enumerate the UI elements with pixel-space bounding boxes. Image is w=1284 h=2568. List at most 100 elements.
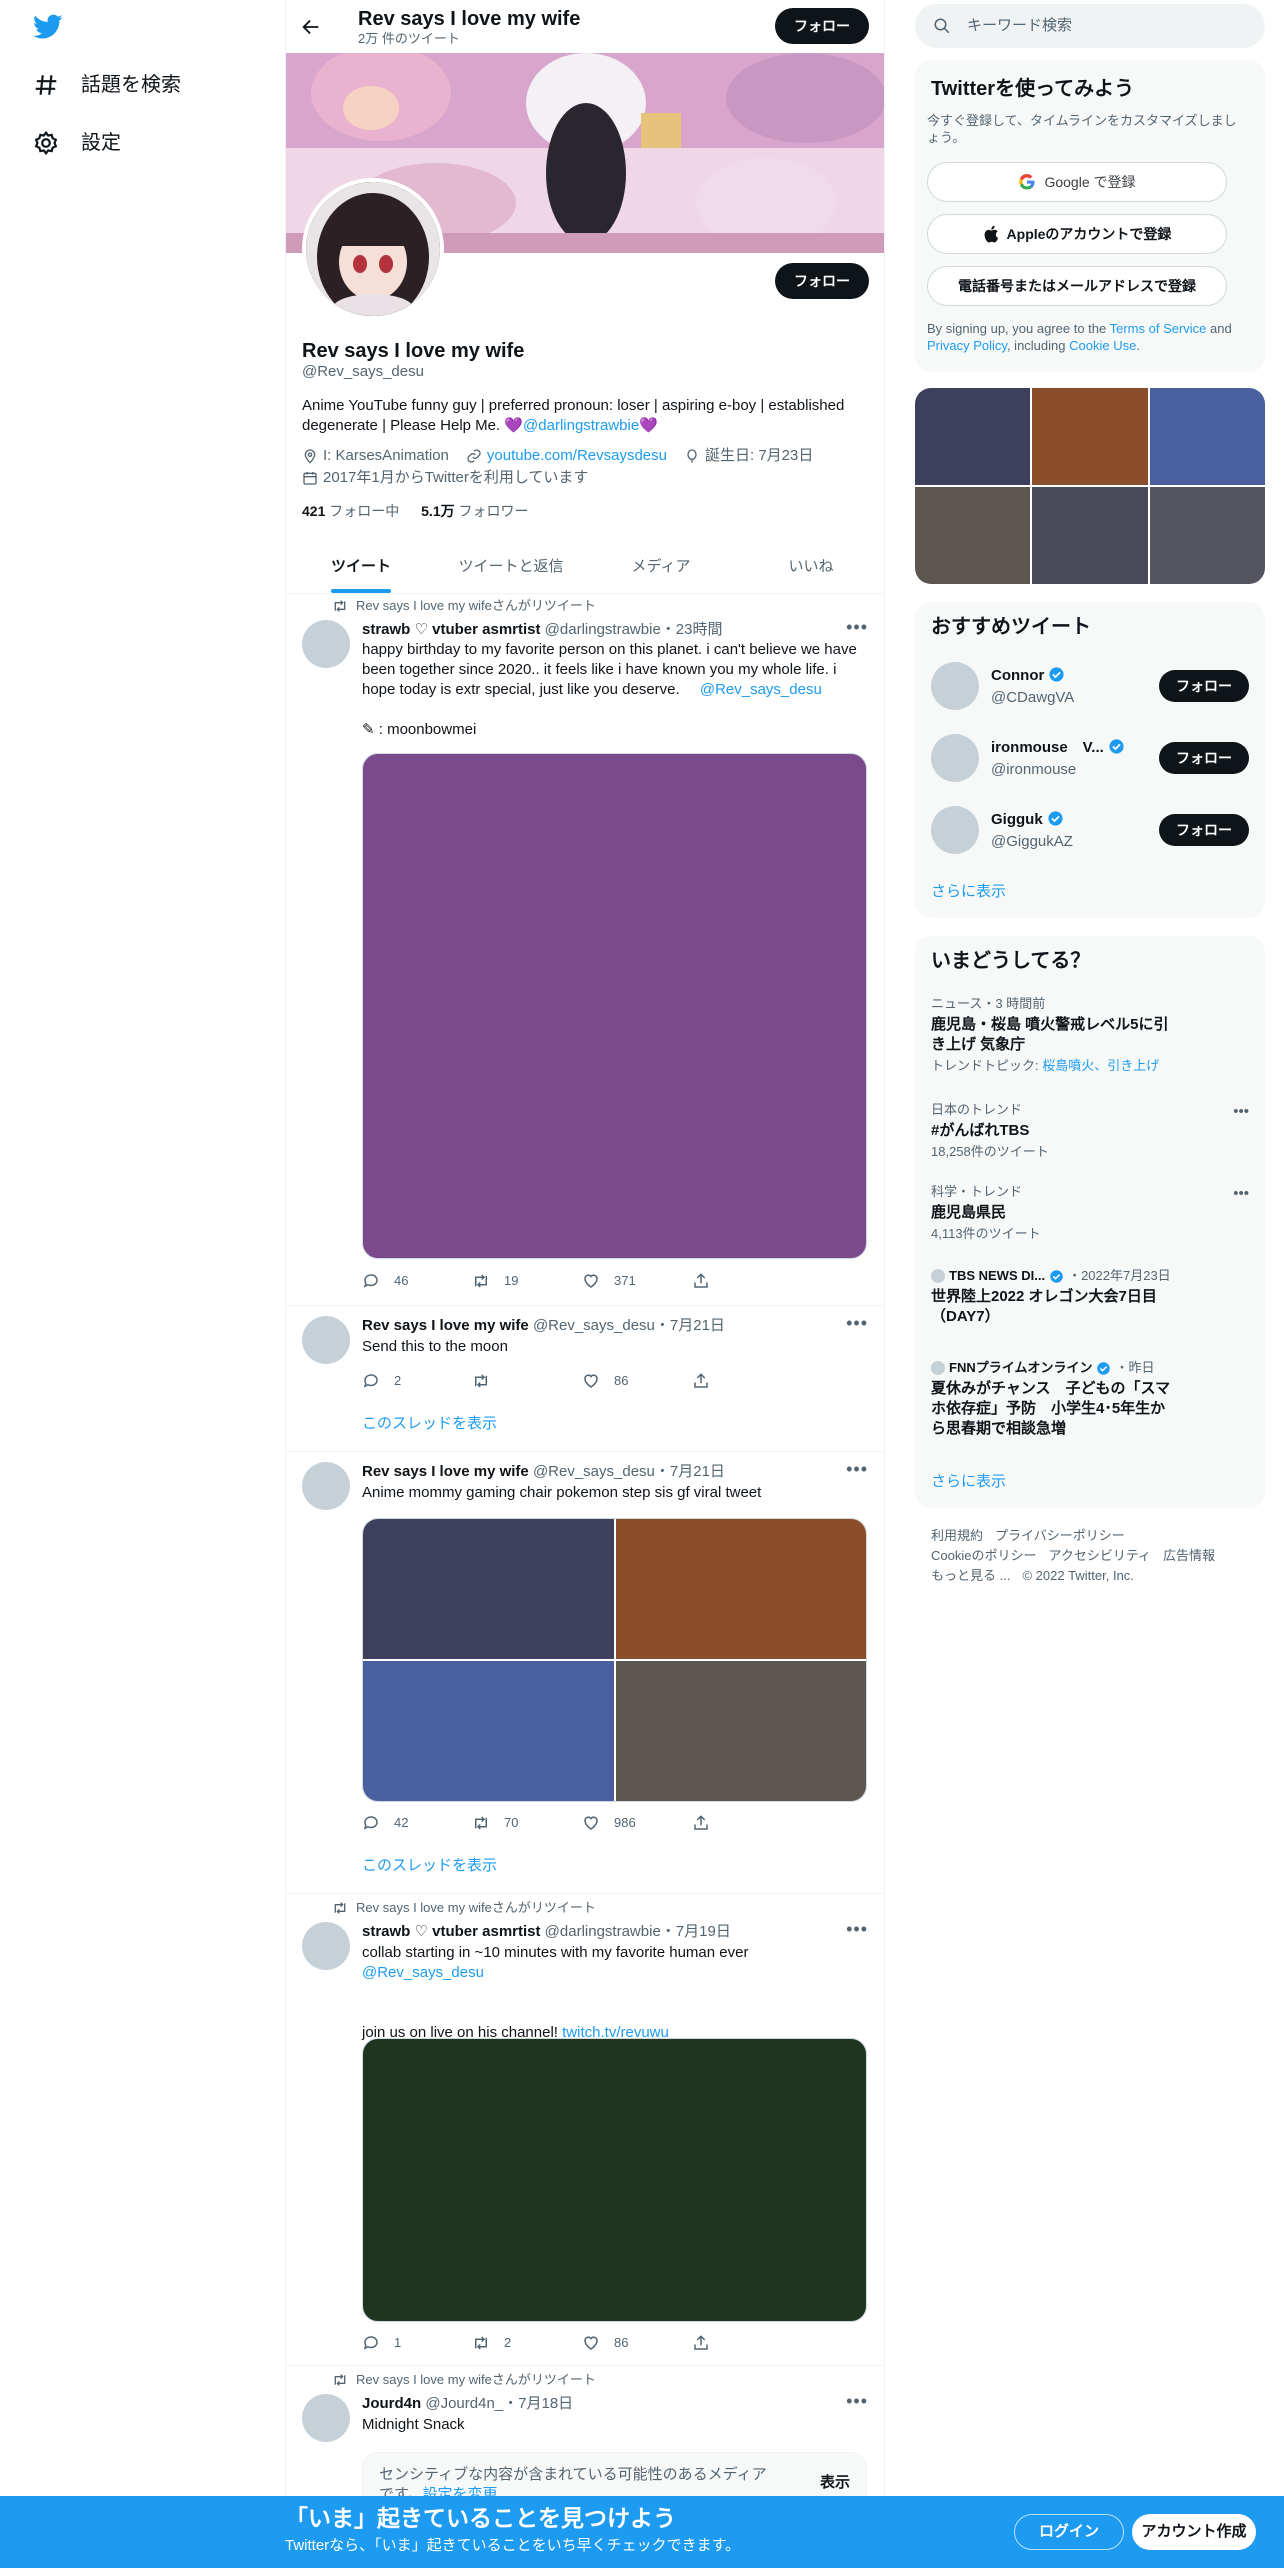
- news-item[interactable]: TBS NEWS DI... ・2022年7月23日 世界陸上2022 オレゴン…: [931, 1268, 1249, 1327]
- media-thumbnail[interactable]: [915, 487, 1031, 584]
- show-thread-link[interactable]: このスレッドを表示: [362, 1414, 497, 1434]
- tweet-avatar[interactable]: [302, 2394, 350, 2442]
- trend-topics-link[interactable]: 桜島噴火、引き上げ: [1042, 1058, 1159, 1073]
- tweet-item[interactable]: Rev says I love my wife @Rev_says_desu・7…: [286, 1306, 884, 1452]
- footer-link[interactable]: 利用規約: [931, 1528, 983, 1543]
- news-item[interactable]: FNNプライムオンライン ・昨日 夏休みがチャンス 子どもの「スマホ依存症」予防…: [931, 1360, 1249, 1439]
- phone-email-signup-button[interactable]: 電話番号またはメールアドレスで登録: [927, 266, 1227, 306]
- tweet-author-name[interactable]: strawb ♡ vtuber asmrtist: [362, 621, 541, 638]
- nav-settings[interactable]: 設定: [33, 130, 121, 156]
- tab-media[interactable]: メディア: [586, 540, 736, 593]
- google-signup-button[interactable]: Google で登録: [927, 162, 1227, 202]
- trend-item[interactable]: ニュース・3 時間前 鹿児島・桜島 噴火警戒レベル5に引き上げ 気象庁 トレンド…: [931, 996, 1249, 1075]
- tweet-author-handle[interactable]: @Rev_says_desu: [533, 1317, 655, 1334]
- tweet-mention-link[interactable]: @Rev_says_desu: [700, 681, 822, 698]
- user-avatar[interactable]: [931, 734, 979, 782]
- more-options-icon[interactable]: •••: [846, 2390, 868, 2413]
- like-button[interactable]: 986: [582, 1814, 692, 1832]
- tweet-media-image[interactable]: [615, 1661, 866, 1801]
- profile-avatar[interactable]: [302, 178, 444, 320]
- search-input[interactable]: キーワード検索: [915, 4, 1265, 48]
- header-follow-button[interactable]: フォロー: [775, 8, 869, 44]
- follow-button[interactable]: フォロー: [1159, 814, 1249, 846]
- tweet-author-handle[interactable]: @darlingstrawbie: [545, 621, 661, 638]
- trend-item[interactable]: 日本のトレンド #がんばれTBS 18,258件のツイート •••: [931, 1102, 1249, 1161]
- terms-link[interactable]: Terms of Service: [1110, 321, 1207, 336]
- tweet-author-name[interactable]: strawb ♡ vtuber asmrtist: [362, 1923, 541, 1940]
- more-options-icon[interactable]: •••: [846, 1458, 868, 1481]
- tweet-mention-link[interactable]: @Rev_says_desu: [362, 1964, 484, 1981]
- back-arrow-icon[interactable]: [300, 16, 322, 38]
- tweet-item[interactable]: Rev says I love my wifeさんがリツイート strawb ♡…: [286, 1894, 884, 2366]
- tab-likes[interactable]: いいね: [736, 540, 884, 593]
- tweet-author-name[interactable]: Rev says I love my wife: [362, 1317, 529, 1334]
- tab-tweets[interactable]: ツイート: [286, 540, 436, 593]
- nav-explore[interactable]: 話題を検索: [33, 72, 181, 98]
- footer-link[interactable]: Cookieのポリシー: [931, 1548, 1036, 1563]
- like-button[interactable]: 86: [582, 2334, 692, 2352]
- tweet-media-image[interactable]: [362, 2038, 867, 2322]
- tweet-time[interactable]: ・7月21日: [655, 1317, 725, 1334]
- twitter-logo-icon[interactable]: [33, 14, 63, 40]
- follow-button[interactable]: フォロー: [1159, 742, 1249, 774]
- reply-button[interactable]: 42: [362, 1814, 472, 1832]
- following-link[interactable]: 421 フォロー中: [302, 503, 399, 519]
- signup-button[interactable]: アカウント作成: [1132, 2514, 1256, 2550]
- privacy-link[interactable]: Privacy Policy: [927, 338, 1007, 353]
- show-more-link[interactable]: さらに表示: [931, 1472, 1006, 1492]
- followers-link[interactable]: 5.1万 フォロワー: [421, 503, 528, 519]
- media-thumbnail[interactable]: [915, 388, 1031, 485]
- media-thumbnail[interactable]: [1032, 487, 1148, 584]
- retweet-button[interactable]: 19: [472, 1272, 582, 1290]
- tweet-item[interactable]: Rev says I love my wife @Rev_says_desu・7…: [286, 1452, 884, 1894]
- tweet-media-image[interactable]: [363, 1661, 614, 1801]
- apple-signup-button[interactable]: Appleのアカウントで登録: [927, 214, 1227, 254]
- show-thread-link[interactable]: このスレッドを表示: [362, 1856, 497, 1876]
- tweet-author-handle[interactable]: @Jourd4n_: [425, 2395, 503, 2412]
- profile-follow-button[interactable]: フォロー: [775, 263, 869, 299]
- tweet-avatar[interactable]: [302, 1922, 350, 1970]
- tab-tweets-and-replies[interactable]: ツイートと返信: [436, 540, 586, 593]
- user-avatar[interactable]: [931, 806, 979, 854]
- tweet-time[interactable]: ・23時間: [661, 621, 723, 638]
- more-options-icon[interactable]: •••: [846, 1312, 868, 1335]
- more-options-icon[interactable]: •••: [846, 1918, 868, 1941]
- share-button[interactable]: [692, 1814, 802, 1832]
- tweet-avatar[interactable]: [302, 620, 350, 668]
- login-button[interactable]: ログイン: [1014, 2514, 1124, 2550]
- footer-link[interactable]: アクセシビリティ: [1048, 1548, 1151, 1563]
- recommended-user[interactable]: Connor @CDawgVA フォロー: [931, 658, 1249, 718]
- retweet-button[interactable]: 2: [472, 2334, 582, 2352]
- tweet-time[interactable]: ・7月18日: [503, 2395, 573, 2412]
- tweet-time[interactable]: ・7月21日: [655, 1463, 725, 1480]
- more-options-icon[interactable]: •••: [1233, 1102, 1249, 1122]
- reply-button[interactable]: 2: [362, 1372, 472, 1390]
- retweet-button[interactable]: [472, 1372, 582, 1390]
- like-button[interactable]: 371: [582, 1272, 692, 1290]
- footer-link[interactable]: 広告情報: [1163, 1548, 1215, 1563]
- like-button[interactable]: 86: [582, 1372, 692, 1390]
- show-more-link[interactable]: さらに表示: [931, 882, 1006, 902]
- tweet-media-image[interactable]: [362, 753, 867, 1259]
- tweet-media-image[interactable]: [615, 1519, 866, 1659]
- more-options-icon[interactable]: •••: [846, 616, 868, 639]
- media-thumbnail[interactable]: [1032, 388, 1148, 485]
- follow-button[interactable]: フォロー: [1159, 670, 1249, 702]
- footer-more-link[interactable]: もっと見る ...: [931, 1568, 1010, 1583]
- share-button[interactable]: [692, 2334, 802, 2352]
- show-media-button[interactable]: 表示: [820, 2473, 850, 2493]
- retweet-button[interactable]: 70: [472, 1814, 582, 1832]
- tweet-avatar[interactable]: [302, 1462, 350, 1510]
- tweet-media-image[interactable]: [363, 1519, 614, 1659]
- media-thumbnail[interactable]: [1149, 388, 1265, 485]
- user-avatar[interactable]: [931, 662, 979, 710]
- bio-mention-link[interactable]: @darlingstrawbie: [523, 417, 639, 434]
- tweet-avatar[interactable]: [302, 1316, 350, 1364]
- tweet-item[interactable]: Rev says I love my wifeさんがリツイート strawb ♡…: [286, 594, 884, 1306]
- recommended-user[interactable]: Gigguk @GiggukAZ フォロー: [931, 802, 1249, 862]
- share-button[interactable]: [692, 1372, 802, 1390]
- trend-item[interactable]: 科学・トレンド 鹿児島県民 4,113件のツイート •••: [931, 1184, 1249, 1243]
- media-thumbnail[interactable]: [1149, 487, 1265, 584]
- tweet-time[interactable]: ・7月19日: [661, 1923, 731, 1940]
- more-options-icon[interactable]: •••: [1233, 1184, 1249, 1204]
